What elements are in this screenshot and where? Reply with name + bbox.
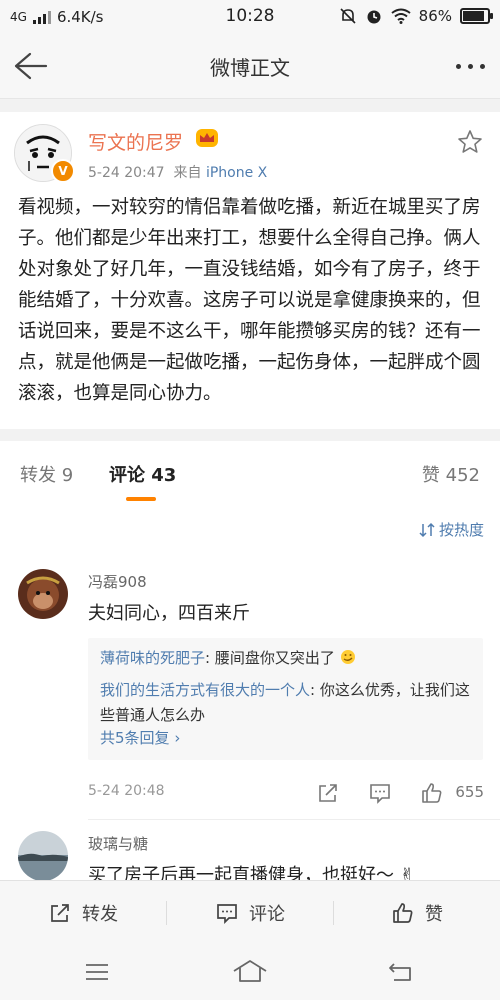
- battery-level: [463, 11, 484, 21]
- comment-button[interactable]: 评论: [167, 881, 333, 945]
- return-icon: [389, 963, 411, 981]
- comment-icon: [217, 904, 237, 925]
- sort-label: 按热度: [438, 521, 484, 539]
- battery-icon: [460, 8, 493, 24]
- smirk-emoji-icon: [340, 650, 355, 664]
- comment-list: 冯磊908 夫妇同心，四百来斤 薄荷味的死肥子: 腰间盘你又突出了 我们的生活方…: [0, 553, 500, 886]
- comment-time: 5-24 20:48: [88, 783, 165, 799]
- comment-text: 夫妇同心，四百来斤: [88, 603, 250, 624]
- more-button[interactable]: [448, 48, 492, 84]
- post-meta: 5-24 20:47 来自 iPhone X: [88, 162, 267, 182]
- verified-badge-icon: V: [51, 159, 75, 183]
- home-button[interactable]: [232, 958, 268, 988]
- reply-author[interactable]: 我们的生活方式有很大的一个人: [100, 681, 310, 699]
- more-replies-label: 共5条回复: [100, 729, 170, 747]
- menu-icon: [86, 964, 108, 980]
- page-title: 微博正文: [210, 56, 290, 80]
- action-bar: 转发 评论 赞: [0, 880, 500, 945]
- like-icon: [422, 783, 442, 803]
- sort-row: 按热度: [0, 503, 500, 553]
- favorite-button[interactable]: [456, 128, 484, 156]
- commenter-name[interactable]: 冯磊908: [88, 571, 147, 592]
- like-label: 赞: [425, 904, 443, 925]
- lake-avatar-icon: [18, 831, 68, 881]
- post-source[interactable]: iPhone X: [206, 165, 267, 181]
- reply-author[interactable]: 薄荷味的死肥子: [100, 649, 205, 667]
- comment-reply-button[interactable]: [368, 781, 392, 809]
- monkey-avatar-icon: [18, 569, 68, 619]
- status-right: 86%: [339, 7, 493, 25]
- return-button[interactable]: [388, 960, 414, 988]
- sort-button[interactable]: 按热度: [419, 519, 484, 540]
- system-nav-bar: [0, 944, 500, 1000]
- wifi-icon: [391, 8, 411, 24]
- reply-item: 我们的生活方式有很大的一个人: 你这么优秀，让我们这些普通人怎么办: [100, 681, 470, 724]
- menu-button[interactable]: [84, 960, 110, 988]
- comment-share-button[interactable]: [316, 781, 340, 809]
- sort-icon: [419, 522, 435, 537]
- battery-percent: 86%: [418, 7, 452, 25]
- comment-like-count: 655: [455, 783, 484, 801]
- forward-button[interactable]: 转发: [0, 881, 166, 945]
- home-icon: [233, 960, 267, 982]
- favorite-star-icon: [458, 130, 482, 153]
- post-from-label: 来自: [173, 165, 202, 181]
- active-tab-indicator: [126, 497, 156, 501]
- mute-bell-icon: [340, 8, 356, 24]
- tab-comment[interactable]: 评论 43: [109, 461, 176, 487]
- comment-like-button[interactable]: [420, 781, 444, 809]
- comment-divider: [88, 819, 500, 820]
- commenter-avatar[interactable]: [18, 831, 68, 881]
- like-button[interactable]: 赞: [334, 881, 500, 945]
- reply-text: 腰间盘你又突出了: [214, 649, 335, 667]
- vip-crown-icon: [196, 129, 218, 147]
- tab-forward[interactable]: 转发 9: [20, 461, 73, 487]
- comment-icon: [370, 784, 390, 804]
- share-icon: [319, 784, 337, 802]
- nav-bar: 微博正文: [0, 34, 500, 99]
- tab-like[interactable]: 赞 452: [422, 461, 480, 487]
- alarm-icon: [367, 10, 381, 24]
- chevron-right-icon: ›: [174, 729, 181, 747]
- post-text: 看视频，一对较穷的情侣靠着做吃播，新近在城里买了房子。他们都是少年出来打工，想要…: [18, 197, 481, 404]
- like-icon: [393, 903, 413, 923]
- post-tabs: 转发 9 评论 43 赞 452: [0, 441, 500, 504]
- post-time: 5-24 20:47: [88, 165, 165, 181]
- comment-label: 评论: [249, 904, 285, 925]
- forward-label: 转发: [82, 904, 118, 925]
- reply-box[interactable]: 薄荷味的死肥子: 腰间盘你又突出了 我们的生活方式有很大的一个人: 你这么优秀，…: [88, 638, 483, 760]
- commenter-name[interactable]: 玻璃与糖: [88, 833, 148, 854]
- more-icon: [448, 48, 492, 84]
- status-bar: 4G 6.4K/s 10:28 86%: [0, 0, 500, 34]
- author-name[interactable]: 写文的尼罗: [88, 128, 183, 155]
- reply-item: 薄荷味的死肥子: 腰间盘你又突出了: [100, 646, 475, 671]
- more-replies-link[interactable]: 共5条回复 ›: [100, 726, 475, 751]
- weibo-post: V 写文的尼罗 5-24 20:47 来自 iPhone X 看视频，一对较穷的…: [0, 112, 500, 429]
- share-icon: [51, 904, 69, 922]
- commenter-avatar[interactable]: [18, 569, 68, 619]
